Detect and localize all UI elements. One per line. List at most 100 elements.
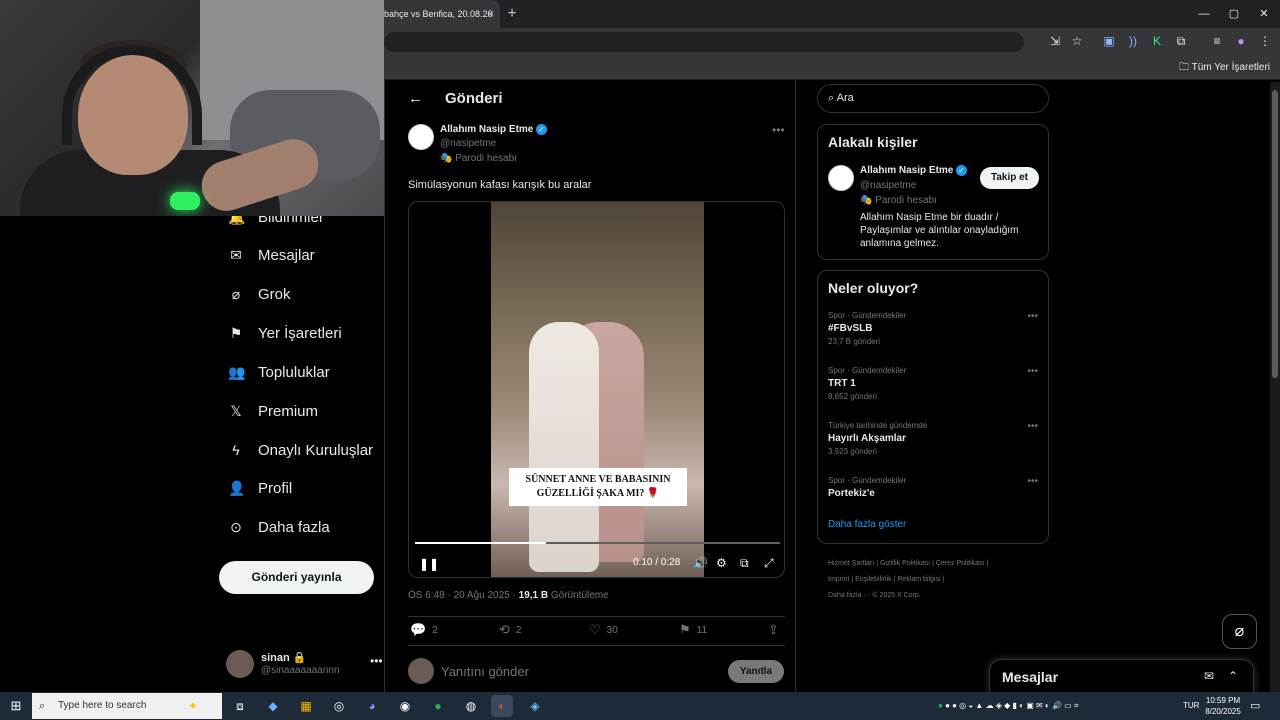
tab-close-icon[interactable]: × bbox=[487, 0, 494, 28]
account-switcher[interactable]: sinan 🔒 @sinaaaaaaannn ••• bbox=[226, 650, 386, 680]
chevron-up-icon[interactable]: ⌃ bbox=[1228, 669, 1238, 683]
pause-icon[interactable]: ❚❚ bbox=[419, 557, 439, 571]
restore-button[interactable]: ▢ bbox=[1222, 4, 1246, 24]
author-handle[interactable]: @nasipetme bbox=[440, 138, 496, 149]
footer-line[interactable]: Imprint | Erişilebilirlik | Reklam bilgi… bbox=[828, 572, 1048, 588]
minimize-button[interactable]: — bbox=[1192, 4, 1216, 24]
store-icon[interactable]: ▦ bbox=[295, 695, 317, 717]
spotify-tray-icon[interactable]: ● bbox=[938, 701, 945, 710]
trend-category: Spor · Gündemdekiler bbox=[828, 476, 907, 485]
chrome-icon[interactable]: ◐ bbox=[491, 695, 513, 717]
trend-item[interactable]: Spor · Gündemdekiler TRT 1 8.652 gönderi… bbox=[828, 366, 1038, 401]
trend-name: TRT 1 bbox=[828, 378, 856, 389]
translate-icon[interactable]: ▣ bbox=[1100, 32, 1118, 50]
task-view-icon[interactable]: ⧈ bbox=[229, 695, 251, 717]
author-name[interactable]: Allahım Nasip Etme bbox=[440, 124, 533, 135]
volume-icon[interactable]: 🔊 bbox=[693, 556, 708, 570]
like-action[interactable]: ♡ 30 bbox=[589, 622, 618, 638]
video-player[interactable]: SÜNNET ANNE VE BABASININ GÜZELLİĞİ ŞAKA … bbox=[408, 201, 785, 578]
reply-input[interactable]: Yanıtını gönder bbox=[441, 664, 529, 679]
nav-label: Profil bbox=[258, 479, 293, 497]
grok-floating-button[interactable]: ⌀ bbox=[1222, 614, 1257, 649]
app-icon[interactable]: ◍ bbox=[460, 695, 482, 717]
show-more-link[interactable]: Daha fazla göster bbox=[828, 519, 906, 530]
extensions-icon[interactable]: ⧉ bbox=[1172, 32, 1190, 50]
trend-item[interactable]: Türkiye tarihinde gündemde Hayırlı Akşam… bbox=[828, 421, 1038, 456]
settings-gear-icon[interactable]: ⚙ bbox=[716, 556, 727, 570]
copilot-icon[interactable]: ◆ bbox=[262, 695, 284, 717]
trend-more-icon[interactable]: ••• bbox=[1027, 476, 1038, 487]
relevant-avatar[interactable] bbox=[828, 165, 854, 191]
nav-item-verified-orgs[interactable]: ϟ Onaylı Kuruluşlar bbox=[228, 436, 373, 464]
browser-tab[interactable]: bahçe vs Benfica, 20.08.20 × bbox=[376, 0, 500, 28]
search-icon: ⌕ bbox=[39, 700, 46, 712]
account-more-icon[interactable]: ••• bbox=[370, 654, 383, 668]
picture-in-picture-icon[interactable]: ⧉ bbox=[740, 556, 749, 571]
fullscreen-icon[interactable]: ⤢ bbox=[764, 556, 774, 571]
reply-action[interactable]: 💬 2 bbox=[410, 622, 438, 638]
post-timestamp[interactable]: ÖS 6:48 · 20 Ağu 2025 · bbox=[408, 590, 519, 601]
avatar bbox=[226, 650, 254, 678]
sparkle-icon[interactable]: ✦ bbox=[182, 695, 204, 717]
discord-icon[interactable]: ◕ bbox=[361, 695, 383, 717]
steam-icon[interactable]: ◈ bbox=[524, 695, 546, 717]
nav-item-more[interactable]: ⊙ Daha fazla bbox=[228, 513, 330, 541]
nav-item-profile[interactable]: 👤 Profil bbox=[228, 474, 292, 502]
tab-title: bahçe vs Benfica, 20.08.20 bbox=[384, 9, 493, 19]
trend-item[interactable]: Spor · Gündemdekiler #FBvSLB 23,7 B gönd… bbox=[828, 311, 1038, 346]
post-button[interactable]: Gönderi yayınla bbox=[219, 561, 374, 594]
footer-line[interactable]: Daha fazla ··· © 2025 X Corp. bbox=[828, 588, 1048, 604]
taskbar-search-placeholder: Type here to search bbox=[58, 700, 147, 711]
nav-item-grok[interactable]: ⌀ Grok bbox=[228, 280, 291, 308]
video-caption: SÜNNET ANNE VE BABASININ GÜZELLİĞİ ŞAKA … bbox=[509, 468, 687, 506]
tray-icon[interactable]: ● ● ◎ ◒ ▲ ☁ ◈ ◆ ▮ ◐ ▣ ✉ ◐ 🔊 ▭ ⌗ bbox=[945, 701, 1078, 710]
parody-label: 🎭 Parodi hesabı bbox=[440, 153, 517, 164]
profile-avatar-icon[interactable]: ● bbox=[1232, 32, 1250, 50]
nav-item-premium[interactable]: 𝕏 Premium bbox=[228, 397, 318, 425]
nav-label: Topluluklar bbox=[258, 363, 330, 381]
cam-green-light bbox=[170, 192, 200, 210]
media-icon[interactable]: ≡ bbox=[1208, 32, 1226, 50]
menu-dots-icon[interactable]: ⋮ bbox=[1256, 32, 1274, 50]
repost-action[interactable]: ⟲ 2 bbox=[499, 622, 521, 638]
trend-item[interactable]: Spor · Gündemdekiler Portekiz'e ••• bbox=[828, 476, 1038, 499]
footer-line[interactable]: Hizmet Şartları | Gizlilik Politikası | … bbox=[828, 556, 1048, 572]
obs-icon[interactable]: ◉ bbox=[394, 695, 416, 717]
taskbar-clock[interactable]: 10:59 PM 8/20/2025 bbox=[1203, 695, 1243, 717]
notification-center-icon[interactable]: ▭ bbox=[1250, 692, 1260, 720]
star-icon[interactable]: ☆ bbox=[1068, 32, 1086, 50]
scrollbar-thumb[interactable] bbox=[1272, 90, 1278, 378]
language-indicator[interactable]: TUR bbox=[1183, 692, 1199, 720]
install-icon[interactable]: ⇲ bbox=[1046, 32, 1064, 50]
all-bookmarks-button[interactable]: 🗀 Tüm Yer İşaretleri bbox=[1179, 60, 1270, 77]
trend-more-icon[interactable]: ••• bbox=[1027, 311, 1038, 322]
nav-item-communities[interactable]: 👥 Topluluklar bbox=[228, 358, 330, 386]
close-window-button[interactable]: ✕ bbox=[1252, 4, 1276, 24]
trend-more-icon[interactable]: ••• bbox=[1027, 366, 1038, 377]
windows-start-icon[interactable]: ⊞ bbox=[0, 692, 32, 720]
search-input[interactable]: ⌕ Ara bbox=[817, 84, 1049, 113]
kick-extension-icon[interactable]: K bbox=[1148, 32, 1166, 50]
post-more-icon[interactable]: ••• bbox=[772, 123, 785, 137]
back-arrow-icon[interactable]: ← bbox=[408, 90, 423, 107]
bookmark-action[interactable]: ⚑ 11 bbox=[679, 622, 707, 638]
nav-item-messages[interactable]: ✉ Mesajlar bbox=[228, 241, 315, 269]
follow-button[interactable]: Takip et bbox=[980, 167, 1039, 189]
spotify-icon[interactable]: ● bbox=[427, 695, 449, 717]
nav-item-bookmarks[interactable]: ⚑ Yer İşaretleri bbox=[228, 319, 342, 347]
settings-icon[interactable]: ◎ bbox=[328, 695, 350, 717]
relevant-name[interactable]: Allahım Nasip Etme bbox=[860, 165, 953, 176]
new-tab-button[interactable]: + bbox=[504, 4, 520, 24]
heart-icon: ♡ bbox=[589, 622, 601, 637]
video-progress-bar[interactable] bbox=[415, 542, 780, 544]
share-action[interactable]: ⇪ bbox=[768, 622, 779, 638]
relevant-handle[interactable]: @nasipetme bbox=[860, 180, 916, 191]
reply-button[interactable]: Yanıtla bbox=[728, 660, 784, 683]
extension-wave-icon[interactable]: )) bbox=[1124, 32, 1142, 50]
trend-more-icon[interactable]: ••• bbox=[1027, 421, 1038, 432]
system-tray[interactable]: ● ● ● ◎ ◒ ▲ ☁ ◈ ◆ ▮ ◐ ▣ ✉ ◐ 🔊 ▭ ⌗ bbox=[938, 692, 1218, 720]
messages-drawer[interactable]: Mesajlar ✉ ⌃ bbox=[989, 659, 1254, 693]
address-bar[interactable] bbox=[384, 32, 1024, 52]
author-avatar[interactable] bbox=[408, 124, 434, 150]
new-message-icon[interactable]: ✉ bbox=[1204, 669, 1214, 683]
